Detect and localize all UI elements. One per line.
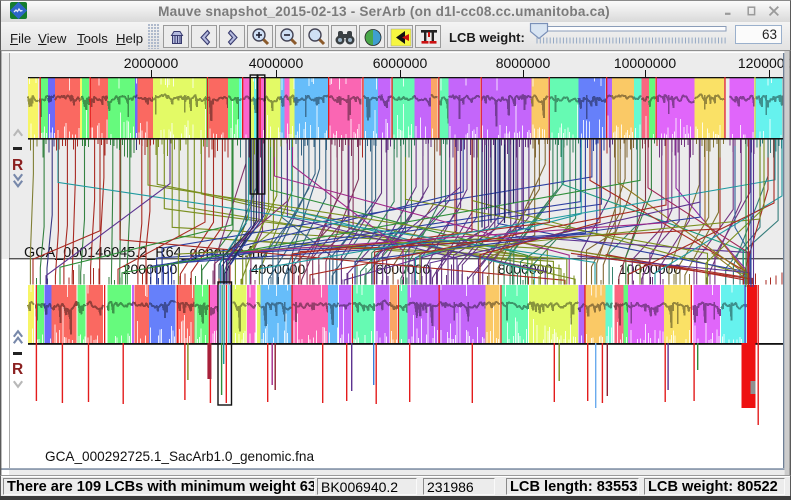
svg-text:2000000: 2000000: [124, 55, 179, 71]
svg-text:4000000: 4000000: [249, 55, 304, 71]
svg-text:10000000: 10000000: [614, 55, 677, 71]
svg-text:GCA_000292725.1_SacArb1.0_geno: GCA_000292725.1_SacArb1.0_genomic.fna: [45, 449, 314, 464]
svg-text:8000000: 8000000: [496, 55, 551, 71]
svg-text:R: R: [12, 361, 23, 378]
svg-text:6000000: 6000000: [373, 55, 428, 71]
svg-text:R: R: [12, 157, 23, 174]
